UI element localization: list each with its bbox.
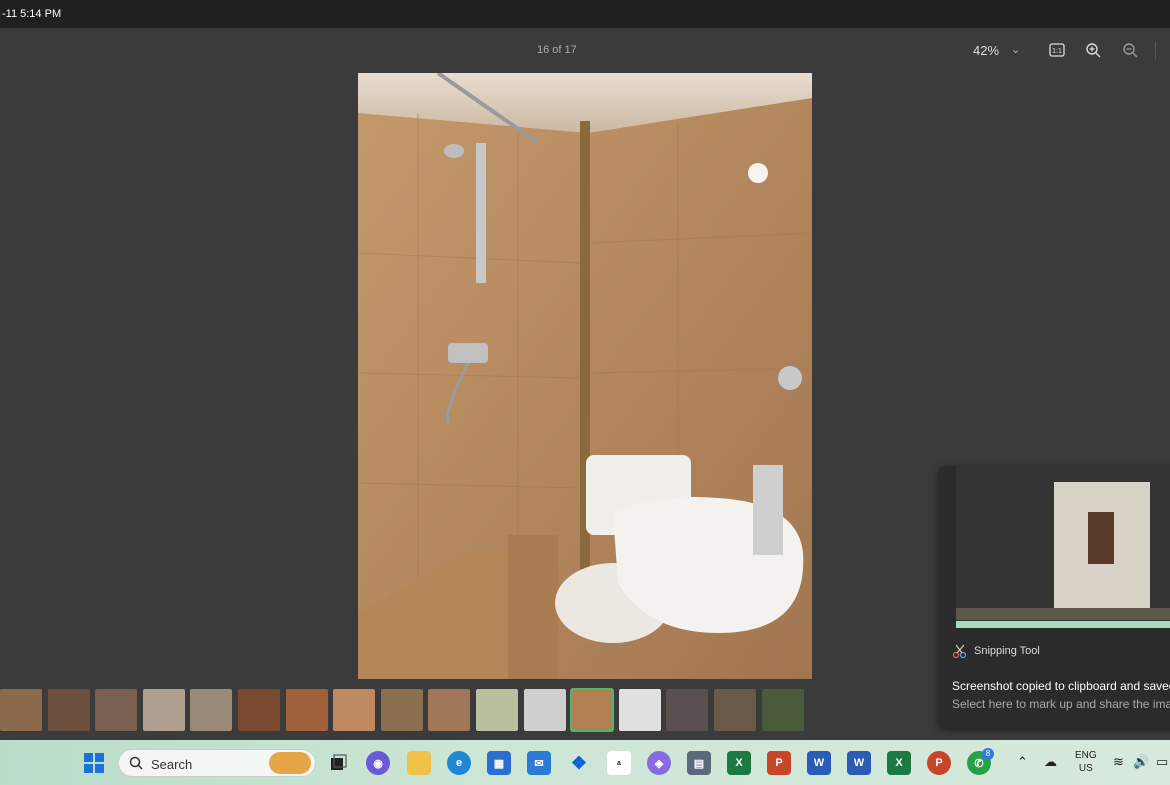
filmstrip-thumbnail[interactable] bbox=[428, 689, 471, 731]
onedrive-icon[interactable]: ☁ bbox=[1044, 754, 1057, 770]
windows-start-icon[interactable] bbox=[82, 751, 106, 775]
notification-subtitle: Select here to mark up and share the ima… bbox=[952, 697, 1170, 711]
filmstrip-thumbnail[interactable] bbox=[47, 689, 90, 731]
task-view-icon[interactable] bbox=[326, 751, 350, 775]
actual-size-icon[interactable]: 1:1 bbox=[1047, 40, 1067, 60]
amazon-icon[interactable]: a bbox=[607, 751, 631, 775]
excel-icon-2[interactable]: X bbox=[887, 751, 911, 775]
screenshot-preview[interactable] bbox=[956, 466, 1170, 628]
search-placeholder: Search bbox=[151, 757, 193, 772]
image-counter: 16 of 17 bbox=[537, 44, 577, 56]
language-indicator[interactable]: ENG US bbox=[1075, 749, 1097, 775]
zoom-out-icon[interactable] bbox=[1120, 40, 1140, 60]
volume-icon[interactable]: 🔊 bbox=[1133, 754, 1149, 770]
filmstrip-thumbnail[interactable] bbox=[190, 689, 233, 731]
calculator-icon[interactable]: ▤ bbox=[687, 751, 711, 775]
zoom-level[interactable]: 42% bbox=[973, 43, 999, 58]
filmstrip-thumbnail[interactable] bbox=[142, 689, 185, 731]
notification-app-name: Snipping Tool bbox=[974, 645, 1040, 657]
snipping-tool-icon bbox=[952, 643, 968, 659]
filmstrip-thumbnail[interactable] bbox=[95, 689, 138, 731]
taskbar: Search ◉ e ▦ ✉ ❖ a ◈ ▤ X P W W X P ✆ 8 ⌃… bbox=[0, 740, 1170, 785]
mail-icon[interactable]: ✉ bbox=[527, 751, 551, 775]
taskbar-search[interactable]: Search bbox=[118, 749, 316, 777]
filmstrip-thumbnail[interactable] bbox=[618, 689, 661, 731]
excel-icon[interactable]: X bbox=[727, 751, 751, 775]
app-icon[interactable]: ◈ bbox=[647, 751, 671, 775]
store-icon[interactable]: ▦ bbox=[487, 751, 511, 775]
word-icon-2[interactable]: W bbox=[847, 751, 871, 775]
clock-text: -11 5:14 PM bbox=[2, 8, 62, 20]
snipping-tool-notification[interactable]: Snipping Tool Screenshot copied to clipb… bbox=[938, 466, 1170, 728]
filmstrip-thumbnail[interactable] bbox=[666, 689, 709, 731]
filmstrip-thumbnail[interactable] bbox=[333, 689, 376, 731]
battery-icon[interactable]: ▭ bbox=[1156, 754, 1168, 770]
search-highlight-icon bbox=[269, 752, 311, 774]
copilot-icon[interactable]: ◉ bbox=[366, 751, 390, 775]
filmstrip bbox=[0, 688, 804, 733]
filmstrip-thumbnail[interactable] bbox=[570, 688, 615, 732]
main-photo bbox=[358, 73, 812, 679]
dropbox-icon[interactable]: ❖ bbox=[567, 751, 591, 775]
notification-title: Screenshot copied to clipboard and saved bbox=[952, 679, 1170, 693]
chevron-down-icon[interactable]: ⌄ bbox=[1011, 43, 1020, 56]
powerpoint-icon[interactable]: P bbox=[767, 751, 791, 775]
word-icon[interactable]: W bbox=[807, 751, 831, 775]
file-explorer-icon[interactable] bbox=[407, 751, 431, 775]
filmstrip-thumbnail[interactable] bbox=[523, 689, 566, 731]
zoom-in-icon[interactable] bbox=[1083, 40, 1103, 60]
filmstrip-thumbnail[interactable] bbox=[380, 689, 423, 731]
wifi-icon[interactable]: ≋ bbox=[1113, 754, 1124, 770]
filmstrip-thumbnail[interactable] bbox=[761, 689, 804, 731]
title-bar: -11 5:14 PM bbox=[0, 0, 1170, 28]
whatsapp-badge: 8 bbox=[982, 748, 994, 760]
filmstrip-thumbnail[interactable] bbox=[714, 689, 756, 731]
filmstrip-thumbnail[interactable] bbox=[476, 689, 518, 731]
edge-icon[interactable]: e bbox=[447, 751, 471, 775]
chevron-up-icon[interactable]: ⌃ bbox=[1017, 754, 1028, 770]
search-icon bbox=[129, 756, 143, 770]
powerpoint-icon-2[interactable]: P bbox=[927, 751, 951, 775]
filmstrip-thumbnail[interactable] bbox=[285, 689, 328, 731]
filmstrip-thumbnail[interactable] bbox=[238, 689, 280, 731]
toolbar-divider bbox=[1155, 42, 1156, 60]
filmstrip-thumbnail[interactable] bbox=[0, 689, 42, 731]
svg-text:1:1: 1:1 bbox=[1052, 48, 1062, 55]
